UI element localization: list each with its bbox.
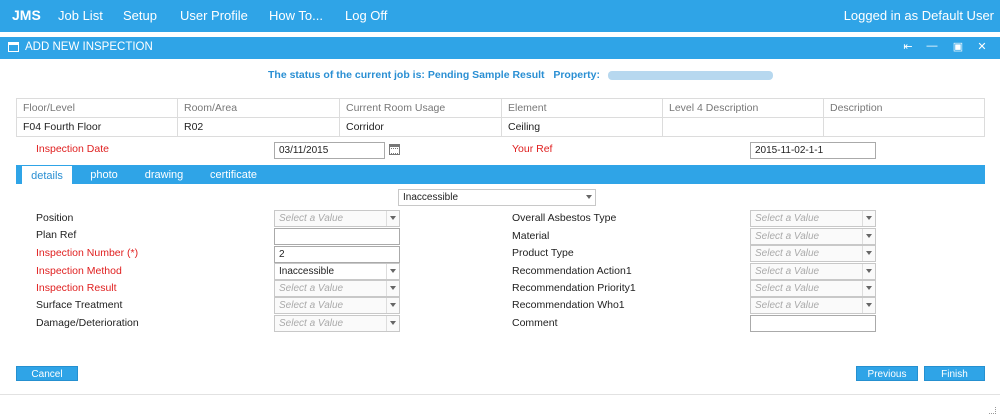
recommendation-priority1-label: Recommendation Priority1 xyxy=(512,282,636,294)
col-current-room-usage: Current Room Usage xyxy=(339,98,502,118)
surface-treatment-label: Surface Treatment xyxy=(36,299,123,311)
product-type-select[interactable]: Select a Value xyxy=(750,245,876,262)
resize-grip-icon[interactable] xyxy=(989,407,996,414)
job-status: The status of the current job is: Pendin… xyxy=(268,69,773,81)
location-table-header: Floor/Level Room/Area Current Room Usage… xyxy=(16,98,985,118)
finish-button[interactable]: Finish xyxy=(924,366,985,381)
window-titlebar: ADD NEW INSPECTION ⇤ — ▣ ✕ xyxy=(0,37,1000,59)
cell-floor-level: F04 Fourth Floor xyxy=(16,117,178,137)
nav-job-list[interactable]: Job List xyxy=(58,8,103,23)
nav-log-off[interactable]: Log Off xyxy=(345,8,387,23)
chevron-down-icon xyxy=(866,269,872,273)
inspection-date-input[interactable]: 03/11/2015 xyxy=(274,142,385,159)
inspection-result-label: Inspection Result xyxy=(36,282,117,294)
surface-treatment-select[interactable]: Select a Value xyxy=(274,297,400,314)
access-status-value: Inaccessible xyxy=(403,192,459,203)
recommendation-action1-select[interactable]: Select a Value xyxy=(750,263,876,280)
recommendation-who1-label: Recommendation Who1 xyxy=(512,299,625,311)
chevron-down-icon xyxy=(866,303,872,307)
tab-details[interactable]: details xyxy=(21,165,73,184)
calendar-icon[interactable] xyxy=(389,144,400,155)
recommendation-action1-label: Recommendation Action1 xyxy=(512,265,632,277)
recommendation-who1-select[interactable]: Select a Value xyxy=(750,297,876,314)
chevron-down-icon xyxy=(390,269,396,273)
cell-room-area: R02 xyxy=(177,117,340,137)
logged-in-user: Logged in as Default User xyxy=(843,8,994,23)
your-ref-label: Your Ref xyxy=(512,143,553,155)
nav-how-to[interactable]: How To... xyxy=(269,8,323,23)
chevron-down-icon xyxy=(586,195,592,199)
table-row: F04 Fourth Floor R02 Corridor Ceiling xyxy=(16,117,985,137)
overall-asbestos-type-label: Overall Asbestos Type xyxy=(512,212,617,224)
overall-asbestos-type-select[interactable]: Select a Value xyxy=(750,210,876,227)
inspection-method-select[interactable]: Inaccessible xyxy=(274,263,400,280)
inspection-number-input[interactable]: 2 xyxy=(274,246,400,263)
chevron-down-icon xyxy=(866,251,872,255)
tab-photo[interactable]: photo xyxy=(80,165,128,184)
chevron-down-icon xyxy=(390,286,396,290)
position-select[interactable]: Select a Value xyxy=(274,210,400,227)
access-status-select[interactable]: Inaccessible xyxy=(398,189,596,206)
window-title: ADD NEW INSPECTION xyxy=(25,41,153,53)
chevron-down-icon xyxy=(390,303,396,307)
col-element: Element xyxy=(501,98,663,118)
chevron-down-icon xyxy=(866,286,872,290)
material-label: Material xyxy=(512,230,550,242)
product-type-label: Product Type xyxy=(512,247,574,259)
tab-drawing[interactable]: drawing xyxy=(138,165,190,184)
material-select[interactable]: Select a Value xyxy=(750,228,876,245)
cell-description xyxy=(823,117,985,137)
inspection-method-label: Inspection Method xyxy=(36,265,122,277)
property-label: Property: xyxy=(553,69,600,81)
chevron-down-icon xyxy=(390,216,396,220)
col-room-area: Room/Area xyxy=(177,98,340,118)
position-label: Position xyxy=(36,212,74,224)
restore-icon[interactable]: ⇤ xyxy=(901,40,915,53)
cancel-button[interactable]: Cancel xyxy=(16,366,78,381)
footer-divider xyxy=(0,394,1000,395)
maximize-icon[interactable]: ▣ xyxy=(951,40,965,53)
inspection-date-label: Inspection Date xyxy=(36,143,109,155)
brand-logo[interactable]: JMS xyxy=(12,7,41,23)
inspection-number-label: Inspection Number (*) xyxy=(36,247,139,259)
comment-input[interactable] xyxy=(750,315,876,332)
window-icon xyxy=(8,42,19,52)
recommendation-priority1-select[interactable]: Select a Value xyxy=(750,280,876,297)
nav-setup[interactable]: Setup xyxy=(123,8,157,23)
cell-current-room-usage: Corridor xyxy=(339,117,502,137)
your-ref-input[interactable]: 2015-11-02-1-1 xyxy=(750,142,876,159)
nav-user-profile[interactable]: User Profile xyxy=(180,8,248,23)
col-description: Description xyxy=(823,98,985,118)
cell-element: Ceiling xyxy=(501,117,663,137)
tab-bar: details photo drawing certificate xyxy=(16,165,985,184)
close-icon[interactable]: ✕ xyxy=(975,40,989,53)
cell-level4-description xyxy=(662,117,824,137)
chevron-down-icon xyxy=(866,234,872,238)
damage-deterioration-select[interactable]: Select a Value xyxy=(274,315,400,332)
property-value-redacted xyxy=(607,70,773,80)
chevron-down-icon xyxy=(390,321,396,325)
location-table: Floor/Level Room/Area Current Room Usage… xyxy=(16,98,985,137)
top-navbar: JMS Job List Setup User Profile How To..… xyxy=(0,0,1000,32)
plan-ref-label: Plan Ref xyxy=(36,229,77,241)
comment-label: Comment xyxy=(512,317,558,329)
job-status-text: The status of the current job is: Pendin… xyxy=(268,69,545,81)
col-level4-description: Level 4 Description xyxy=(662,98,824,118)
col-floor-level: Floor/Level xyxy=(16,98,178,118)
tab-certificate[interactable]: certificate xyxy=(201,165,266,184)
damage-deterioration-label: Damage/Deterioration xyxy=(36,317,139,329)
chevron-down-icon xyxy=(866,216,872,220)
plan-ref-input[interactable] xyxy=(274,228,400,245)
minimize-icon[interactable]: — xyxy=(925,40,939,52)
previous-button[interactable]: Previous xyxy=(856,366,918,381)
inspection-result-select[interactable]: Select a Value xyxy=(274,280,400,297)
